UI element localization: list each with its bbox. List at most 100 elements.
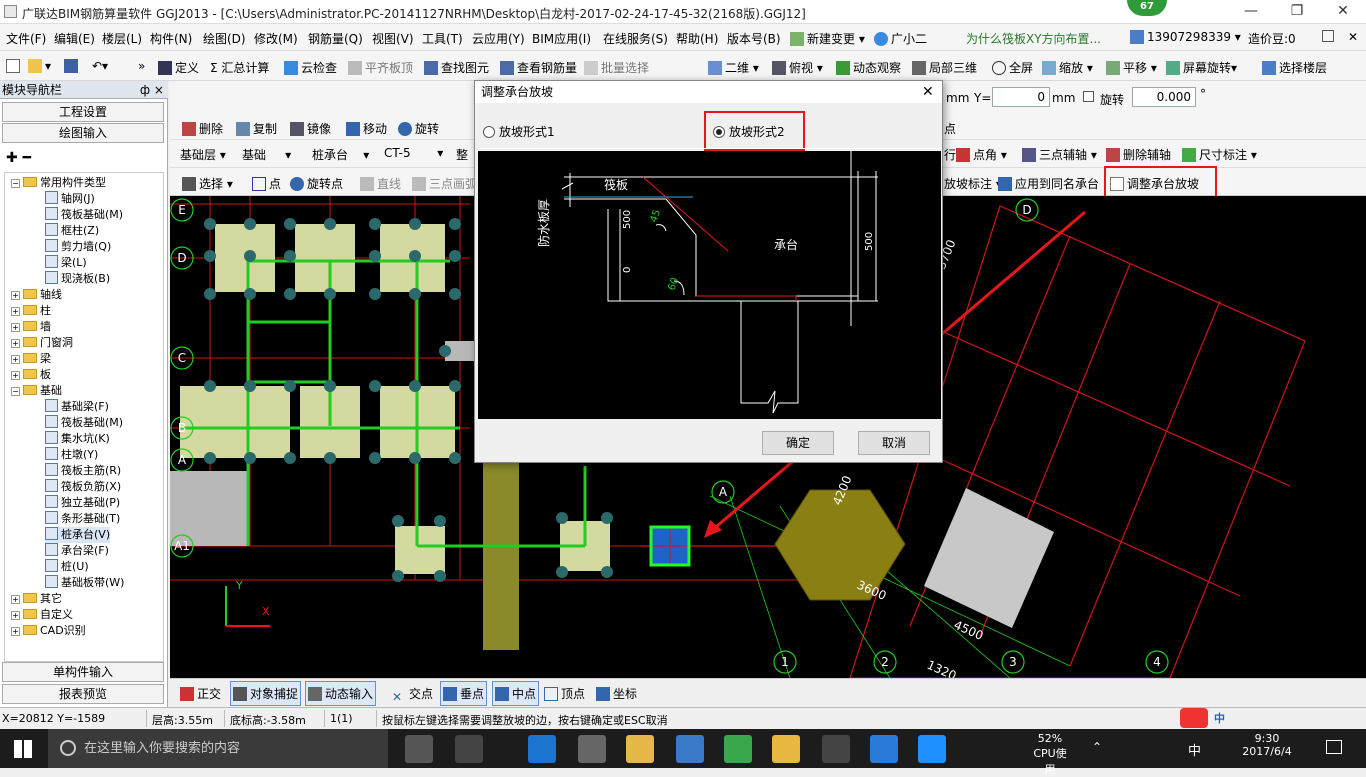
app-icon-2[interactable] <box>822 735 850 763</box>
find-element-button[interactable]: 查找图元 <box>424 59 489 76</box>
open-file-icon[interactable]: ▾ <box>28 59 51 73</box>
single-input-button[interactable]: 单构件输入 <box>2 662 164 682</box>
assistant-button[interactable]: 广小二 <box>874 30 927 47</box>
tree-item[interactable]: 梁(L) <box>45 255 87 271</box>
mirror-button[interactable]: 镜像 <box>290 120 331 137</box>
pile-marker[interactable] <box>556 566 568 578</box>
clock[interactable]: 9:30 2017/6/4 <box>1232 732 1302 758</box>
perpendicular-snap[interactable]: 垂点 <box>440 681 488 706</box>
dialog-close-button[interactable]: ✕ <box>922 84 934 100</box>
delete-button[interactable]: 删除 <box>182 120 223 137</box>
edge-icon[interactable] <box>528 735 556 763</box>
tree-item[interactable]: + 梁 <box>11 351 51 367</box>
menu-file[interactable]: 文件(F) <box>6 30 46 47</box>
tree-item[interactable]: + 柱 <box>11 303 51 319</box>
close-doc-icon[interactable]: ✕ <box>1348 30 1358 44</box>
expand-toggle-icon[interactable]: + <box>11 595 20 604</box>
pile-marker[interactable] <box>244 218 256 230</box>
apply-same-cap-button[interactable]: 应用到同名承台 <box>998 175 1099 192</box>
sogou-icon[interactable] <box>1180 708 1208 728</box>
menu-modify[interactable]: 修改(M) <box>254 30 298 47</box>
pile-marker[interactable] <box>392 570 404 582</box>
pile-marker[interactable] <box>449 218 461 230</box>
tree-item[interactable]: + 自定义 <box>11 607 73 623</box>
fullscreen-button[interactable]: 全屏 <box>992 59 1033 76</box>
parallel-button[interactable]: 行 <box>944 146 956 163</box>
select-button[interactable]: 选择 ▾ <box>182 175 233 192</box>
pile-marker[interactable] <box>284 380 296 392</box>
tray-up-icon[interactable]: ⌃ <box>1092 740 1102 754</box>
summary-calc-button[interactable]: Σ 汇总计算 <box>210 59 269 76</box>
drawing-input-button[interactable]: 绘图输入 <box>2 123 164 143</box>
menu-rebar[interactable]: 钢筋量(Q) <box>308 30 363 47</box>
pile-marker[interactable] <box>204 288 216 300</box>
tree-item[interactable]: 筏板主筋(R) <box>45 463 121 479</box>
expand-toggle-icon[interactable]: − <box>11 387 20 396</box>
tree-item[interactable]: 条形基础(T) <box>45 511 120 527</box>
copy-button[interactable]: 复制 <box>236 120 277 137</box>
tree-item[interactable]: 轴网(J) <box>45 191 95 207</box>
dynamic-input-toggle[interactable]: 动态输入 <box>305 681 377 706</box>
rotate-button[interactable]: 旋转 <box>398 120 439 137</box>
ok-button[interactable]: 确定 <box>762 431 834 455</box>
restore-doc-icon[interactable] <box>1322 30 1334 42</box>
tree-item[interactable]: 基础梁(F) <box>45 399 109 415</box>
coordinate-snap[interactable]: 坐标 <box>596 685 637 702</box>
view-rebar-button[interactable]: 查看钢筋量 <box>500 59 577 76</box>
expand-toggle-icon[interactable]: + <box>11 323 20 332</box>
active-app-icon[interactable] <box>918 735 946 763</box>
pile-marker[interactable] <box>449 380 461 392</box>
dimension-button[interactable]: 尺寸标注 ▾ <box>1182 146 1257 163</box>
align-slab-button[interactable]: 平齐板顶 <box>348 59 413 76</box>
object-snap-toggle[interactable]: 对象捕捉 <box>230 681 302 706</box>
pile-marker[interactable] <box>324 452 336 464</box>
pile-marker[interactable] <box>434 570 446 582</box>
tree-item[interactable]: 桩(U) <box>45 559 89 575</box>
menu-component[interactable]: 构件(N) <box>150 30 192 47</box>
close-window-button[interactable]: ✕ <box>1320 0 1366 24</box>
store-icon[interactable] <box>578 735 606 763</box>
midpoint-snap[interactable]: 中点 <box>492 681 540 706</box>
tree-item[interactable]: + 其它 <box>11 591 62 607</box>
menu-tools[interactable]: 工具(T) <box>422 30 463 47</box>
notification-icon[interactable] <box>1326 740 1342 754</box>
pile-marker[interactable] <box>409 218 421 230</box>
tree-item[interactable]: + 轴线 <box>11 287 62 303</box>
pile-marker[interactable] <box>369 380 381 392</box>
expand-toggle-icon[interactable]: + <box>11 339 20 348</box>
pile-marker[interactable] <box>434 515 446 527</box>
expand-collapse-icons[interactable]: ✚ ━ <box>6 150 31 166</box>
pile-marker[interactable] <box>324 288 336 300</box>
glodon-icon-2[interactable] <box>870 735 898 763</box>
pile-marker[interactable] <box>284 288 296 300</box>
menu-help[interactable]: 帮助(H) <box>676 30 718 47</box>
pile-marker[interactable] <box>284 452 296 464</box>
pile-marker[interactable] <box>244 250 256 262</box>
tree-item[interactable]: 集水坑(K) <box>45 431 110 447</box>
menu-bim[interactable]: BIM应用(I) <box>532 30 591 47</box>
taskbar-search[interactable]: 在这里输入你要搜索的内容 <box>48 729 388 768</box>
line-button[interactable]: 直线 <box>360 175 401 192</box>
tree-item[interactable]: 承台梁(F) <box>45 543 109 559</box>
pile-marker[interactable] <box>439 345 451 357</box>
slope-label-button[interactable]: 放坡标注 ▾ <box>944 175 1002 192</box>
batch-select-button[interactable]: 批量选择 <box>584 59 649 76</box>
expand-toggle-icon[interactable]: + <box>11 627 20 636</box>
select-floor-button[interactable]: 选择楼层 <box>1262 59 1327 76</box>
three-point-axis-button[interactable]: 三点辅轴 ▾ <box>1022 146 1097 163</box>
ortho-toggle[interactable]: 正交 <box>180 685 221 702</box>
undo-icon[interactable]: ↶▾ <box>92 59 108 73</box>
menu-cloud[interactable]: 云应用(Y) <box>472 30 525 47</box>
tree-item[interactable]: − 常用构件类型 <box>11 175 106 191</box>
app-icon-1[interactable] <box>455 735 483 763</box>
expand-toggle-icon[interactable]: + <box>11 355 20 364</box>
user-phone[interactable]: 13907298339 ▾ <box>1130 30 1241 44</box>
delete-axis-button[interactable]: 删除辅轴 <box>1106 146 1171 163</box>
extra-select[interactable]: 整 <box>456 146 468 163</box>
tree-item[interactable]: 柱墩(Y) <box>45 447 98 463</box>
y-coordinate-input[interactable]: 0 <box>992 87 1050 107</box>
rotate-point-button[interactable]: 旋转点 <box>290 175 343 192</box>
pile-marker[interactable] <box>409 288 421 300</box>
tree-item[interactable]: 现浇板(B) <box>45 271 110 287</box>
type-select[interactable]: 桩承台 ▾ <box>312 146 369 163</box>
